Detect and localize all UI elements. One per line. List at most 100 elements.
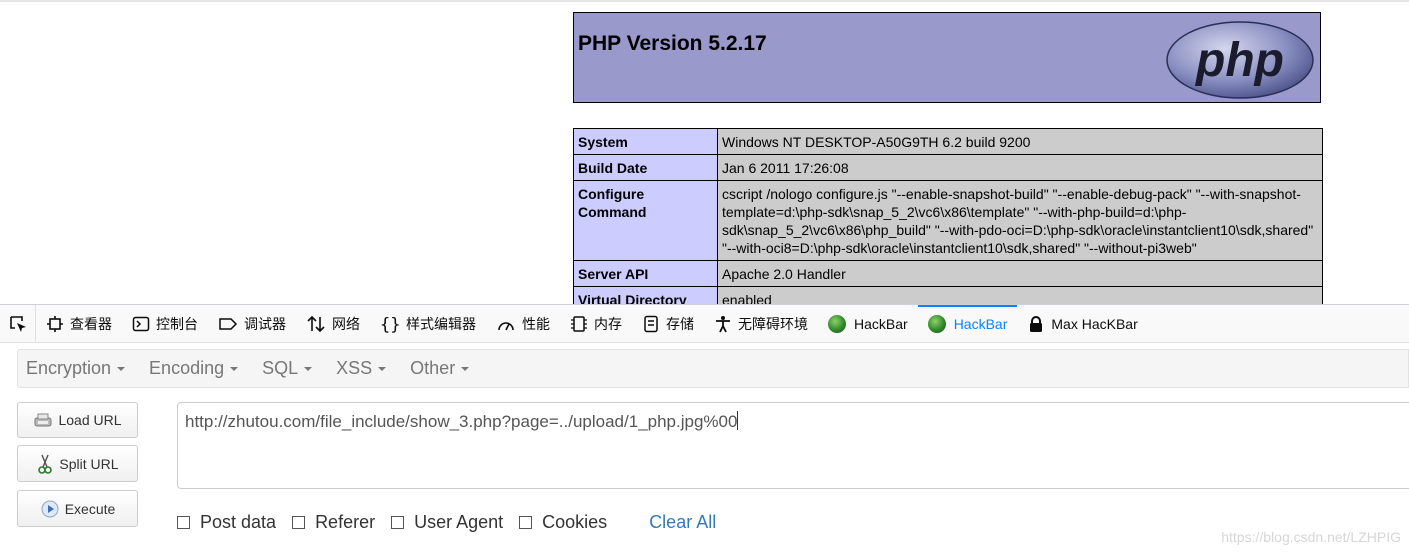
hackbar-options: Post data Referer User Agent Cookies Clear … bbox=[177, 511, 716, 533]
load-url-button[interactable]: Load URL bbox=[17, 402, 138, 438]
checkbox[interactable] bbox=[292, 515, 306, 529]
tab-查看器[interactable]: 查看器 bbox=[36, 305, 122, 342]
element-picker-icon bbox=[9, 315, 26, 332]
option-post-data[interactable]: Post data bbox=[177, 512, 276, 533]
php-logo-icon: php bbox=[1166, 21, 1314, 99]
menu-encoding[interactable]: Encoding bbox=[141, 358, 246, 379]
tab-label: 性能 bbox=[522, 315, 550, 332]
menu-encryption[interactable]: Encryption bbox=[18, 358, 133, 379]
style-editor-icon: {} bbox=[380, 315, 406, 333]
menu-label: Encryption bbox=[26, 358, 112, 378]
tab-控制台[interactable]: 控制台 bbox=[122, 305, 208, 342]
tab-label: 查看器 bbox=[70, 315, 112, 332]
info-row: Build Date Jan 6 2011 17:26:08 bbox=[573, 154, 1323, 181]
menu-sql[interactable]: SQL bbox=[254, 358, 320, 379]
tab-label: 存储 bbox=[666, 315, 694, 332]
info-row: System Windows NT DESKTOP-A50G9TH 6.2 bui… bbox=[573, 128, 1323, 155]
option-cookies[interactable]: Cookies bbox=[519, 512, 607, 533]
lock-icon bbox=[1027, 315, 1051, 333]
split-url-label: Split URL bbox=[59, 455, 119, 472]
watermark: https://blog.csdn.net/LZHPIG bbox=[1221, 529, 1401, 545]
tab-内存[interactable]: 内存 bbox=[560, 305, 632, 342]
play-icon bbox=[41, 500, 59, 517]
tab-label: 调试器 bbox=[244, 315, 286, 332]
caret-down-icon bbox=[461, 366, 470, 371]
element-picker-button[interactable] bbox=[0, 305, 36, 342]
tab-hackbar[interactable]: HackBar bbox=[818, 305, 918, 342]
tab-label: HackBar bbox=[854, 315, 908, 332]
hackbar-icon bbox=[828, 314, 846, 333]
svg-text:{}: {} bbox=[380, 315, 400, 333]
info-row: Server API Apache 2.0 Handler bbox=[573, 260, 1323, 287]
load-url-icon bbox=[34, 413, 52, 427]
tab-调试器[interactable]: 调试器 bbox=[208, 305, 296, 342]
option-user-agent[interactable]: User Agent bbox=[391, 512, 503, 533]
info-row: Configure Command cscript /nologo configu… bbox=[573, 180, 1323, 261]
menu-label: Other bbox=[410, 358, 456, 378]
menu-xss[interactable]: XSS bbox=[328, 358, 394, 379]
caret-down-icon bbox=[230, 366, 239, 371]
tab-样式编辑器[interactable]: {} 样式编辑器 bbox=[370, 305, 486, 342]
tab-label: 样式编辑器 bbox=[406, 315, 476, 332]
caret-down-icon bbox=[378, 366, 387, 371]
clear-all-link[interactable]: Clear All bbox=[649, 512, 716, 533]
tab-label: Max HacKBar bbox=[1051, 315, 1138, 332]
caret-down-icon bbox=[304, 366, 313, 371]
tab-网络[interactable]: 网络 bbox=[296, 305, 370, 342]
info-key: Configure Command bbox=[573, 180, 718, 261]
checkbox[interactable] bbox=[391, 515, 405, 529]
info-value: Apache 2.0 Handler bbox=[717, 260, 1323, 287]
tab-max-hackbar[interactable]: Max HacKBar bbox=[1017, 305, 1147, 342]
scissors-icon bbox=[38, 454, 53, 474]
info-key: Virtual Directory bbox=[573, 286, 718, 304]
tab-label: HackBar bbox=[953, 315, 1008, 332]
tab-label: 控制台 bbox=[156, 315, 198, 332]
text-cursor bbox=[737, 411, 739, 430]
url-textarea[interactable]: http://zhutou.com/file_include/show_3.ph… bbox=[177, 402, 1409, 489]
tab-hackbar-active[interactable]: HackBar bbox=[917, 305, 1018, 342]
tab-存储[interactable]: 存储 bbox=[632, 305, 704, 342]
info-key: Server API bbox=[573, 260, 718, 287]
console-icon bbox=[132, 315, 156, 333]
top-divider bbox=[0, 0, 1409, 2]
page-title: PHP Version 5.2.17 bbox=[578, 32, 767, 55]
php-info-table: System Windows NT DESKTOP-A50G9TH 6.2 bui… bbox=[573, 128, 1323, 304]
split-url-button[interactable]: Split URL bbox=[17, 445, 138, 482]
tab-无障碍环境[interactable]: 无障碍环境 bbox=[704, 305, 818, 342]
info-value: enabled bbox=[717, 286, 1323, 304]
menu-label: XSS bbox=[336, 358, 373, 378]
devtools-panel: 查看器 控制台 调试器 网络 {} 样式编辑器 性能 内存 存储 无障碍环境 HackBar Hack… bbox=[0, 304, 1409, 553]
php-info-page: PHP Version 5.2.17 php System Windows NT … bbox=[0, 0, 1409, 304]
menu-label: SQL bbox=[262, 358, 299, 378]
devtools-tabbar: 查看器 控制台 调试器 网络 {} 样式编辑器 性能 内存 存储 无障碍环境 HackBar Hack… bbox=[0, 305, 1409, 343]
tab-label: 网络 bbox=[332, 315, 360, 332]
php-logo-text: php bbox=[1194, 34, 1284, 87]
menu-other[interactable]: Other bbox=[402, 358, 477, 379]
option-label: Post data bbox=[200, 511, 277, 532]
info-row: Virtual Directory enabled bbox=[573, 286, 1323, 304]
hackbar-icon bbox=[927, 314, 946, 333]
load-url-label: Load URL bbox=[58, 412, 122, 428]
option-referer[interactable]: Referer bbox=[292, 512, 375, 533]
checkbox[interactable] bbox=[177, 515, 190, 529]
storage-icon bbox=[642, 315, 666, 333]
menu-label: Encoding bbox=[149, 358, 225, 378]
execute-label: Execute bbox=[64, 500, 116, 517]
checkbox[interactable] bbox=[519, 515, 533, 529]
info-value: Windows NT DESKTOP-A50G9TH 6.2 build 920… bbox=[717, 128, 1323, 155]
info-key: Build Date bbox=[573, 154, 718, 181]
url-text: http://zhutou.com/file_include/show_3.ph… bbox=[185, 412, 738, 431]
tab-label: 内存 bbox=[594, 315, 622, 332]
inspector-icon bbox=[46, 315, 70, 333]
info-value: Jan 6 2011 17:26:08 bbox=[717, 154, 1323, 181]
hackbar-menubar: Encryption Encoding SQL XSS Other bbox=[17, 349, 1409, 388]
memory-icon bbox=[570, 315, 594, 333]
debugger-icon bbox=[218, 315, 244, 333]
caret-down-icon bbox=[117, 366, 126, 371]
execute-button[interactable]: Execute bbox=[17, 490, 138, 527]
tab-性能[interactable]: 性能 bbox=[486, 305, 560, 342]
network-icon bbox=[306, 315, 332, 333]
info-value: cscript /nologo configure.js "--enable-s… bbox=[717, 180, 1323, 261]
performance-icon bbox=[496, 315, 522, 333]
option-label: Cookies bbox=[542, 511, 608, 532]
